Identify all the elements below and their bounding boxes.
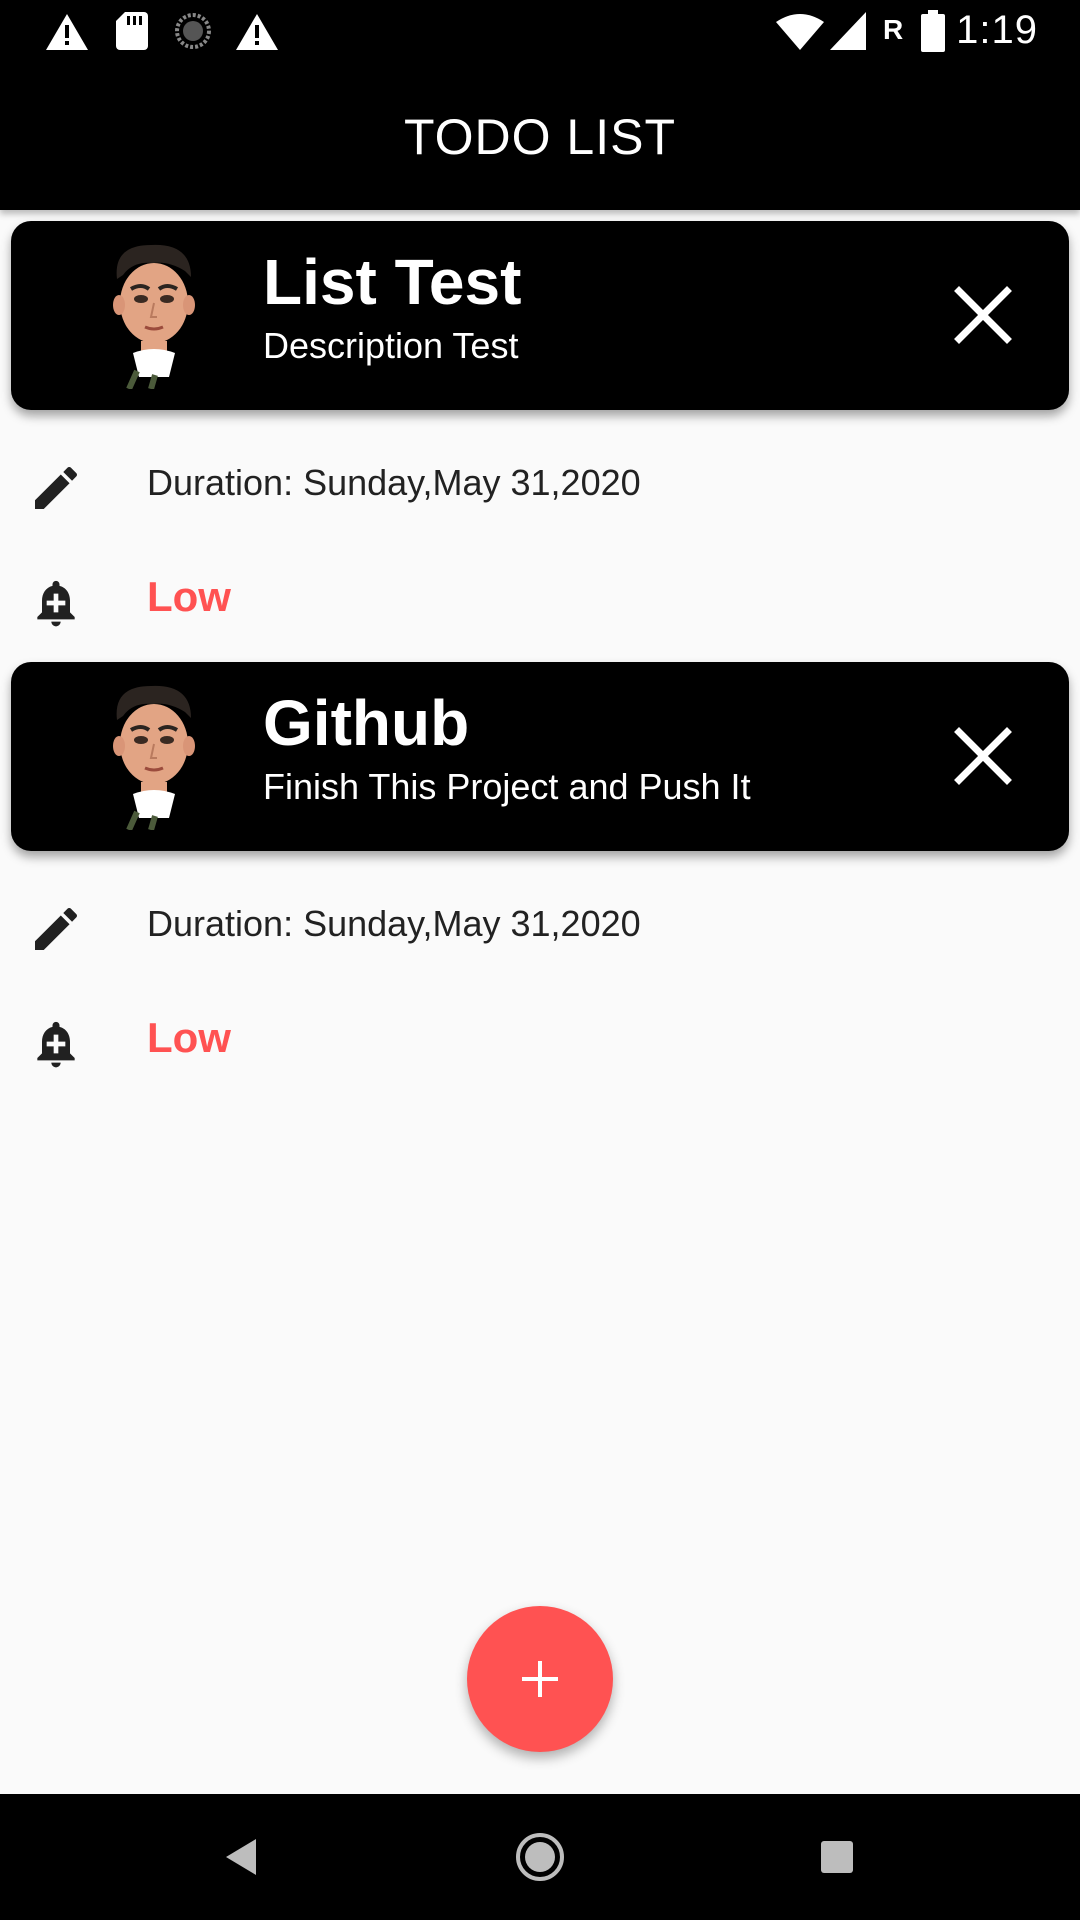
battery-icon (921, 10, 945, 52)
todo-title: Github (263, 687, 470, 759)
todo-duration: Duration: Sunday,May 31,2020 (147, 903, 641, 944)
todo-description: Description Test (263, 325, 519, 366)
priority-row: Low (0, 994, 1080, 1084)
warning-icon (236, 14, 278, 50)
notification-add-icon[interactable] (28, 1016, 84, 1072)
todo-priority: Low (147, 573, 231, 620)
wifi-icon (776, 14, 824, 50)
avatar (113, 685, 195, 830)
signal-icon (830, 12, 866, 50)
edit-icon[interactable] (28, 901, 84, 957)
close-icon[interactable] (953, 285, 1013, 345)
duration-row: Duration: Sunday,May 31,2020 (0, 879, 1080, 969)
status-bar: R 1:19 (0, 0, 1080, 63)
close-icon[interactable] (953, 726, 1013, 786)
sd-card-icon (116, 12, 148, 50)
plus-icon (522, 1661, 558, 1697)
page-title: TODO LIST (403, 108, 676, 165)
todo-duration: Duration: Sunday,May 31,2020 (147, 462, 641, 503)
warning-icon (46, 14, 88, 50)
roaming-indicator: R (883, 14, 904, 45)
notification-add-icon[interactable] (28, 575, 84, 631)
back-icon[interactable] (212, 1827, 272, 1887)
todo-description: Finish This Project and Push It (263, 766, 751, 807)
app-bar: TODO LIST (0, 63, 1080, 210)
status-time: 1:19 (956, 8, 1038, 52)
priority-row: Low (0, 553, 1080, 643)
sync-icon (175, 13, 211, 49)
add-todo-button[interactable] (467, 1606, 613, 1752)
avatar (113, 244, 195, 389)
duration-row: Duration: Sunday,May 31,2020 (0, 438, 1080, 528)
todo-priority: Low (147, 1014, 231, 1061)
todo-card[interactable]: List Test Description Test (11, 221, 1069, 410)
edit-icon[interactable] (28, 460, 84, 516)
system-nav-bar (0, 1794, 1080, 1920)
todo-title: List Test (263, 246, 522, 318)
todo-card[interactable]: Github Finish This Project and Push It (11, 662, 1069, 851)
home-icon[interactable] (510, 1827, 570, 1887)
recents-icon[interactable] (807, 1827, 867, 1887)
